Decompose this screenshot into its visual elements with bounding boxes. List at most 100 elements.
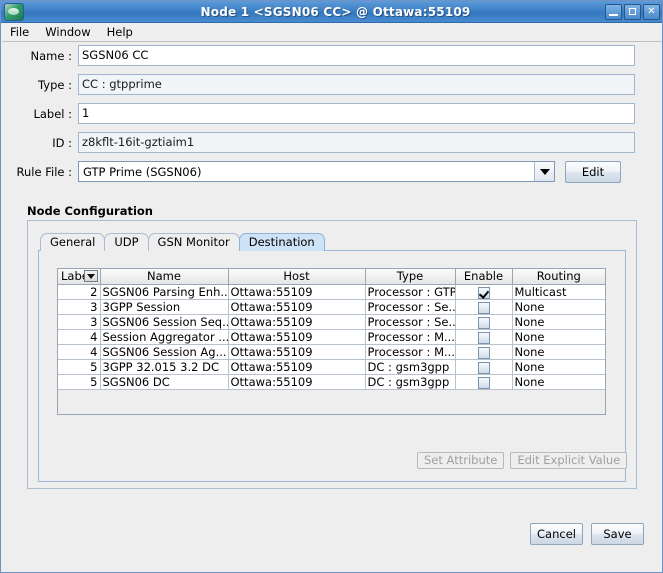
cell-routing: None: [512, 299, 605, 315]
column-header-routing[interactable]: Routing: [512, 269, 605, 285]
checkbox-unchecked-icon[interactable]: [477, 361, 490, 373]
cell-host: Ottawa:55109: [228, 374, 366, 390]
cell-routing: Multicast: [512, 284, 605, 300]
form-row-label: Label : 1: [1, 103, 662, 124]
table-row[interactable]: 3 SGSN06 Session Seq... Ottawa:55109 Proces…: [58, 314, 605, 330]
column-header-name[interactable]: Name: [100, 269, 229, 285]
cell-type: Processor : Se...: [365, 314, 456, 330]
close-button[interactable]: ✕: [643, 3, 660, 20]
cell-label: 5: [58, 359, 101, 375]
minimize-button[interactable]: [605, 3, 622, 20]
maximize-button[interactable]: [624, 3, 641, 20]
cell-label: 3: [58, 299, 101, 315]
cell-name: Session Aggregator ...: [100, 329, 229, 345]
table-row[interactable]: 4 Session Aggregator ... Ottawa:55109 Proce…: [58, 329, 605, 345]
cell-name: SGSN06 Parsing Enh...: [100, 284, 229, 300]
column-header-enable[interactable]: Enable: [455, 269, 513, 285]
cell-host: Ottawa:55109: [228, 329, 366, 345]
table-action-buttons: Set Attribute Edit Explicit Value: [417, 452, 628, 469]
table-row[interactable]: 3 3GPP Session Ottawa:55109 Processor : Se.…: [58, 299, 605, 315]
cell-name: SGSN06 DC: [100, 374, 229, 390]
cell-type: DC : gsm3gpp: [365, 359, 456, 375]
menu-help[interactable]: Help: [99, 23, 141, 41]
table-body: 2 SGSN06 Parsing Enh... Ottawa:55109 Proces…: [58, 284, 605, 390]
app-node-icon: [4, 2, 24, 21]
table-row[interactable]: 4 SGSN06 Session Ag... Ottawa:55109 Process…: [58, 344, 605, 360]
cell-enable: [455, 329, 513, 345]
column-header-type[interactable]: Type: [365, 269, 456, 285]
table-header-row: Label Name Host Type Enable Routing: [58, 269, 605, 285]
cell-routing: None: [512, 314, 605, 330]
rule-file-dropdown[interactable]: GTP Prime (SGSN06): [78, 161, 555, 182]
table-row[interactable]: 5 3GPP 32.015 3.2 DC Ottawa:55109 DC : gsm3…: [58, 359, 605, 375]
cell-label: 2: [58, 284, 101, 300]
cell-label: 4: [58, 344, 101, 360]
tab-destination[interactable]: Destination: [238, 233, 325, 251]
name-label: Name :: [30, 48, 72, 63]
set-attribute-button[interactable]: Set Attribute: [417, 452, 505, 469]
tab-udp[interactable]: UDP: [104, 233, 149, 251]
dialog-buttons: Cancel Save: [530, 523, 644, 545]
tab-general[interactable]: General: [40, 233, 106, 251]
form-row-name: Name : SGSN06 CC: [1, 45, 662, 66]
cell-enable: [455, 344, 513, 360]
cell-routing: None: [512, 359, 605, 375]
name-input[interactable]: SGSN06 CC: [78, 45, 635, 66]
cell-type: Processor : GTP: [365, 284, 456, 300]
cell-name: SGSN06 Session Ag...: [100, 344, 229, 360]
form-row-id: ID : z8kflt-16it-gztiaim1: [1, 132, 662, 153]
cell-host: Ottawa:55109: [228, 299, 366, 315]
cancel-button[interactable]: Cancel: [530, 523, 583, 545]
cell-name: SGSN06 Session Seq...: [100, 314, 229, 330]
label-label: Label :: [33, 106, 72, 121]
cell-type: DC : gsm3gpp: [365, 374, 456, 390]
checkbox-unchecked-icon[interactable]: [477, 316, 490, 328]
edit-explicit-value-button[interactable]: Edit Explicit Value: [510, 452, 628, 469]
menu-bar: File Window Help: [2, 23, 662, 42]
cell-enable: [455, 374, 513, 390]
cell-routing: None: [512, 374, 605, 390]
menu-file[interactable]: File: [2, 23, 37, 41]
cell-host: Ottawa:55109: [228, 359, 366, 375]
type-value: CC : gtpprime: [78, 74, 635, 95]
cell-type: Processor : M...: [365, 329, 456, 345]
cell-routing: None: [512, 329, 605, 345]
cell-host: Ottawa:55109: [228, 314, 366, 330]
checkbox-unchecked-icon[interactable]: [477, 331, 490, 343]
destination-table-container[interactable]: Label Name Host Type Enable Routing 2 SGS…: [57, 268, 606, 415]
window-controls: ✕: [605, 3, 660, 20]
save-button[interactable]: Save: [591, 523, 644, 545]
tab-bar: General UDP GSN Monitor Destination: [40, 232, 325, 251]
cell-host: Ottawa:55109: [228, 344, 366, 360]
chevron-down-icon[interactable]: [534, 162, 554, 181]
cell-label: 4: [58, 329, 101, 345]
id-value: z8kflt-16it-gztiaim1: [78, 132, 635, 153]
sort-dropdown-icon[interactable]: [83, 270, 98, 282]
application-window: Node 1 <SGSN06 CC> @ Ottawa:55109 ✕ File…: [0, 0, 663, 573]
edit-rule-file-button[interactable]: Edit: [565, 160, 621, 183]
table-row[interactable]: 5 SGSN06 DC Ottawa:55109 DC : gsm3gpp None: [58, 374, 605, 390]
checkbox-unchecked-icon[interactable]: [477, 346, 490, 358]
tab-gsn-monitor[interactable]: GSN Monitor: [147, 233, 240, 251]
checkbox-unchecked-icon[interactable]: [477, 301, 490, 313]
destination-table: Label Name Host Type Enable Routing 2 SGS…: [58, 269, 605, 390]
cell-enable: [455, 359, 513, 375]
cell-label: 5: [58, 374, 101, 390]
table-row[interactable]: 2 SGSN06 Parsing Enh... Ottawa:55109 Proces…: [58, 284, 605, 300]
checkbox-checked-icon[interactable]: [477, 286, 490, 298]
form-row-type: Type : CC : gtpprime: [1, 74, 662, 95]
menu-window[interactable]: Window: [37, 23, 98, 41]
column-header-label[interactable]: Label: [58, 269, 101, 285]
cell-enable: [455, 299, 513, 315]
title-bar: Node 1 <SGSN06 CC> @ Ottawa:55109 ✕: [1, 1, 662, 23]
cell-label: 3: [58, 314, 101, 330]
checkbox-unchecked-icon[interactable]: [477, 376, 490, 388]
cell-enable: [455, 284, 513, 300]
cell-type: Processor : M...: [365, 344, 456, 360]
node-configuration-title: Node Configuration: [27, 204, 153, 218]
cell-name: 3GPP 32.015 3.2 DC: [100, 359, 229, 375]
column-header-host[interactable]: Host: [228, 269, 366, 285]
label-input[interactable]: 1: [78, 103, 635, 124]
rule-file-label: Rule File :: [16, 164, 72, 179]
rule-file-value: GTP Prime (SGSN06): [83, 164, 202, 179]
